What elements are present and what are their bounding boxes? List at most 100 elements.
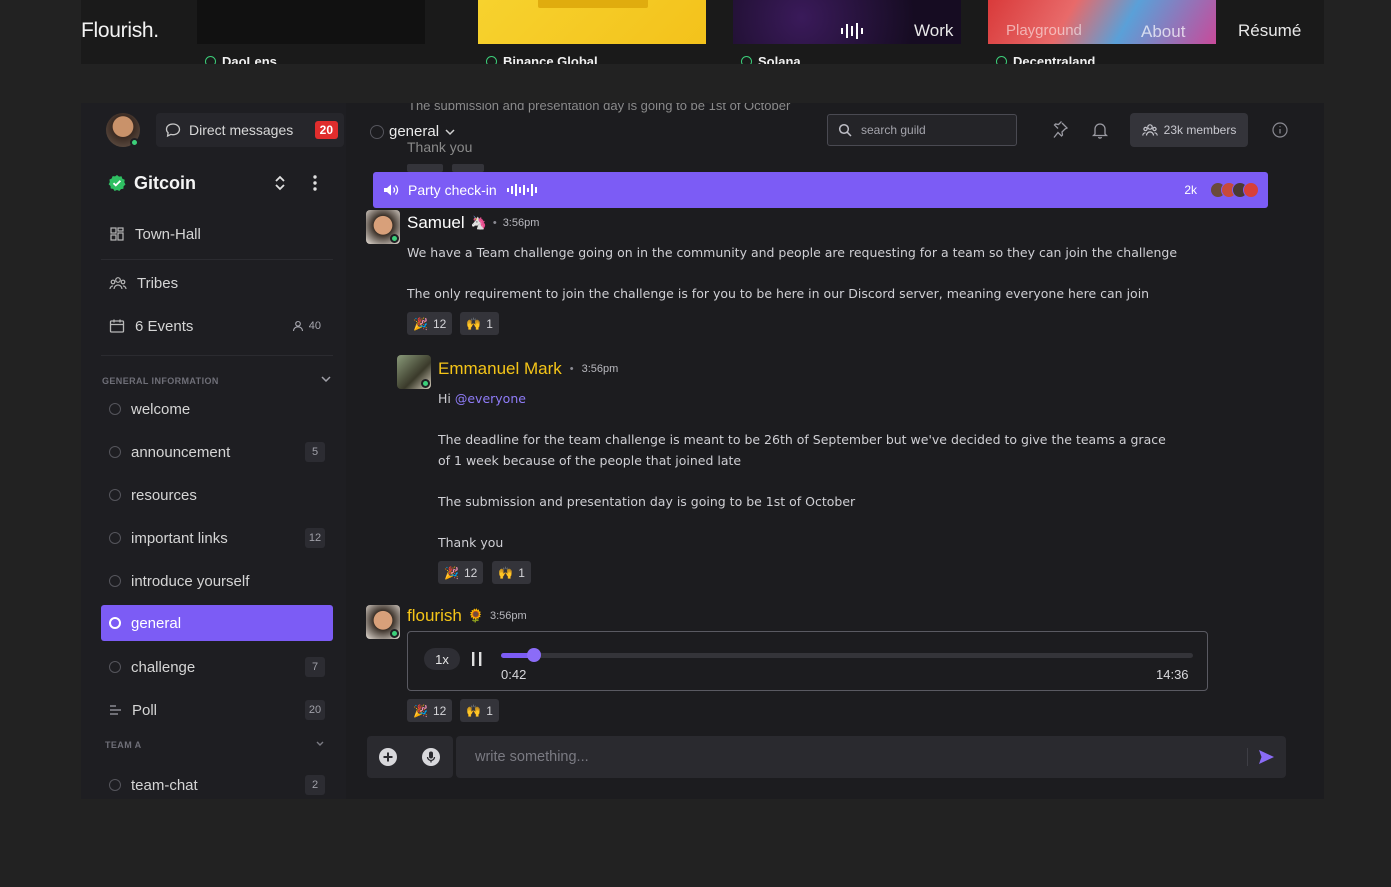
people-group-icon (109, 277, 127, 290)
channel-item[interactable]: Poll 20 (101, 692, 333, 728)
reactions: 🎉 12 🙌 1 (407, 699, 499, 722)
pin-icon[interactable] (1051, 121, 1069, 139)
reaction-emoji: 🎉 (444, 565, 459, 580)
members-button[interactable]: 23k members (1130, 113, 1248, 147)
check-circle-icon (205, 55, 216, 64)
project-caption-binance: Binance Global (478, 53, 706, 64)
chat-bubble-icon (165, 123, 181, 138)
mention-everyone[interactable]: @everyone (455, 391, 526, 406)
reaction-chip[interactable]: 🎉 12 (438, 561, 484, 584)
brand-logo[interactable]: Flourish. (81, 19, 159, 43)
project-thumbnail-decentraland[interactable]: Playground About (988, 0, 1216, 44)
channel-item[interactable]: announcement 5 (101, 434, 333, 470)
microphone-icon[interactable] (421, 747, 441, 767)
nav-link-about[interactable]: About (1141, 22, 1185, 42)
sidebar-item-tribes[interactable]: Tribes (101, 265, 333, 301)
info-icon[interactable] (1272, 122, 1288, 138)
message-line: We have a Team challenge going on in the… (407, 245, 1178, 260)
channel-circle-icon (109, 532, 121, 544)
unread-count: 5 (305, 442, 325, 462)
chevron-down-icon (445, 128, 455, 135)
divider (101, 355, 333, 356)
grid-icon (110, 227, 124, 241)
channel-circle-icon (109, 575, 121, 587)
message-time: 3:56pm (581, 363, 619, 375)
reaction-chip[interactable]: 🙌 1 (460, 699, 499, 722)
channel-title[interactable]: general (370, 123, 456, 140)
reaction-chip[interactable]: 🎉 12 (407, 699, 453, 722)
project-thumbnail-daolens[interactable] (197, 0, 425, 44)
channel-item-team-chat[interactable]: team-chat 2 (101, 767, 333, 799)
sound-wave-icon[interactable] (839, 22, 865, 40)
message-header: Emmanuel Mark • 3:56pm (438, 359, 618, 379)
chevron-up-down-icon[interactable] (272, 173, 288, 193)
separator-dot: • (569, 363, 574, 375)
message-time: 3:56pm (490, 610, 527, 622)
add-attachment-icon[interactable] (378, 747, 398, 767)
bell-icon[interactable] (1092, 121, 1108, 139)
message-header: flourish 🌻 3:56pm (407, 606, 527, 626)
message-line: The deadline for the team challenge is m… (438, 432, 1166, 447)
nav-link-resume[interactable]: Résumé (1238, 21, 1301, 41)
verified-badge-icon (108, 174, 126, 192)
direct-messages-button[interactable]: Direct messages 20 (156, 113, 344, 147)
channel-item[interactable]: welcome (101, 391, 333, 427)
channel-item[interactable]: important links 12 (101, 520, 333, 556)
channel-name: team-chat (131, 776, 198, 794)
playback-speed-button[interactable]: 1x (424, 648, 460, 670)
binance-graphic (538, 0, 648, 8)
divider (1247, 748, 1248, 766)
sidebar: Direct messages 20 Gitcoin Town-Hall Tri… (81, 103, 346, 799)
author-name[interactable]: Samuel (407, 213, 465, 233)
nav-link-work[interactable]: Work (914, 21, 953, 41)
reaction-count: 12 (463, 565, 478, 580)
reaction-chip[interactable]: 🙌 1 (460, 312, 499, 335)
separator-dot: • (492, 217, 497, 229)
author-name[interactable]: Emmanuel Mark (438, 359, 562, 379)
online-status-dot (390, 234, 399, 243)
reaction-chip[interactable]: 🎉 12 (407, 312, 453, 335)
send-icon[interactable] (1257, 748, 1275, 766)
search-placeholder: search guild (861, 123, 926, 137)
audio-scrubber-handle[interactable] (527, 648, 541, 662)
reaction-emoji: 🙌 (498, 565, 514, 580)
unicorn-icon: 🦄 (470, 215, 487, 230)
party-participant-count: 2k (1184, 183, 1197, 197)
message-input[interactable] (456, 736, 1236, 778)
author-name[interactable]: flourish (407, 606, 462, 626)
sidebar-item-events[interactable]: 6 Events 40 (101, 308, 333, 344)
project-thumbnail-binance[interactable] (478, 0, 706, 44)
audio-duration: 14:36 (1156, 667, 1189, 682)
reaction-emoji: 🙌 (466, 316, 482, 331)
channel-item[interactable]: introduce yourself (101, 563, 333, 599)
channel-item-active[interactable]: general (101, 605, 333, 641)
channel-circle-icon (109, 617, 121, 629)
online-status-dot (390, 629, 399, 638)
more-vertical-icon[interactable] (310, 173, 320, 193)
party-check-in-banner[interactable]: Party check-in 2k (373, 172, 1268, 208)
audio-progress-track[interactable] (501, 653, 1193, 658)
voice-note-player: 1x 0:42 14:36 (407, 631, 1208, 691)
reaction-chip[interactable]: 🙌 1 (492, 561, 531, 584)
search-guild-box[interactable]: search guild (827, 114, 1017, 146)
project-caption-decentraland: Decentraland (988, 53, 1216, 64)
chevron-down-icon[interactable] (315, 739, 325, 748)
sidebar-item-town-hall[interactable]: Town-Hall (101, 216, 333, 252)
channel-circle-icon (109, 403, 121, 415)
channel-item[interactable]: challenge 7 (101, 649, 333, 685)
composer-tools (367, 736, 453, 778)
online-status-dot (421, 379, 430, 388)
scrolled-message-ghost: The submission and presentation day is g… (408, 103, 791, 113)
channel-item[interactable]: resources (101, 477, 333, 513)
chevron-down-icon[interactable] (320, 374, 332, 384)
audio-elapsed-time: 0:42 (501, 667, 527, 682)
guild-name[interactable]: Gitcoin (134, 173, 196, 194)
pause-icon[interactable] (471, 651, 483, 667)
unread-count: 20 (305, 700, 325, 720)
event-attendees: 40 (292, 320, 321, 332)
project-caption-text: Solana (758, 53, 801, 65)
channel-name: resources (131, 486, 197, 504)
project-caption-text: Decentraland (1013, 53, 1096, 65)
audio-wave-icon (506, 184, 537, 196)
channel-circle-icon (109, 489, 121, 501)
